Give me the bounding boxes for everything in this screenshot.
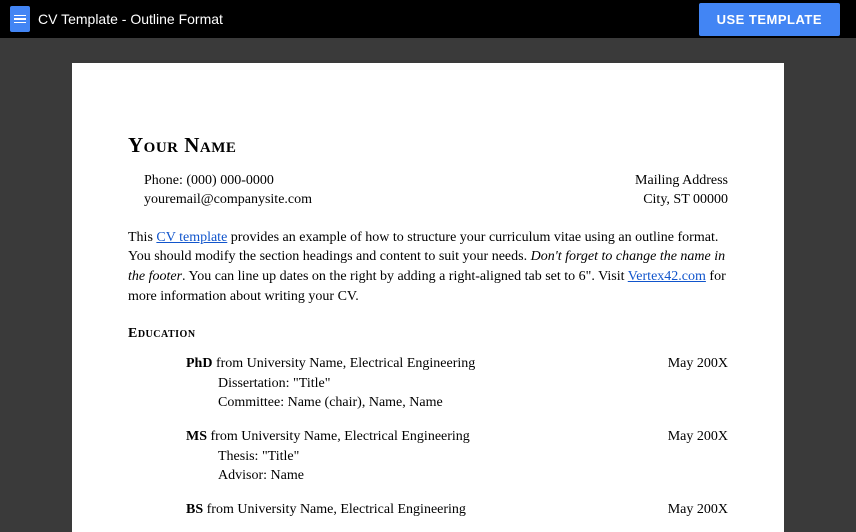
edu-top-row: MS from University Name, Electrical Engi… xyxy=(186,427,728,447)
vertex42-link[interactable]: Vertex42.com xyxy=(628,269,706,284)
email-line: youremail@companysite.com xyxy=(144,191,312,210)
phone-line: Phone: (000) 000-0000 xyxy=(144,172,312,191)
edu-top-row: BS from University Name, Electrical Engi… xyxy=(186,500,728,520)
edu-degree-line: BS from University Name, Electrical Engi… xyxy=(186,500,466,520)
city-line: City, ST 00000 xyxy=(635,191,728,210)
contact-left: Phone: (000) 000-0000 youremail@companys… xyxy=(144,172,312,210)
edu-committee: Committee: Name (chair), Name, Name xyxy=(186,393,728,413)
edu-degree-line: MS from University Name, Electrical Engi… xyxy=(186,427,470,447)
education-entry: MS from University Name, Electrical Engi… xyxy=(128,427,728,486)
education-heading: Education xyxy=(128,326,728,342)
document-viewport[interactable]: Your Name Phone: (000) 000-0000 youremai… xyxy=(0,38,856,532)
edu-degree-line: PhD from University Name, Electrical Eng… xyxy=(186,354,475,374)
docs-icon xyxy=(10,6,30,32)
use-template-button[interactable]: USE TEMPLATE xyxy=(699,3,840,36)
edu-advisor: Advisor: Name xyxy=(186,466,728,486)
edu-top-row: PhD from University Name, Electrical Eng… xyxy=(186,354,728,374)
edu-thesis: Thesis: "Title" xyxy=(186,447,728,467)
cv-name: Your Name xyxy=(128,133,728,158)
document-title: CV Template - Outline Format xyxy=(38,11,223,27)
mailing-label: Mailing Address xyxy=(635,172,728,191)
contact-row: Phone: (000) 000-0000 youremail@companys… xyxy=(128,172,728,210)
education-entry: BS from University Name, Electrical Engi… xyxy=(128,500,728,520)
contact-right: Mailing Address City, ST 00000 xyxy=(635,172,728,210)
app-header: CV Template - Outline Format USE TEMPLAT… xyxy=(0,0,856,38)
edu-date: May 200X xyxy=(668,427,728,447)
title-area: CV Template - Outline Format xyxy=(10,6,223,32)
edu-date: May 200X xyxy=(668,500,728,520)
edu-dissertation: Dissertation: "Title" xyxy=(186,374,728,394)
edu-date: May 200X xyxy=(668,354,728,374)
intro-paragraph: This CV template provides an example of … xyxy=(128,228,728,306)
cv-template-link[interactable]: CV template xyxy=(156,230,227,245)
document-page: Your Name Phone: (000) 000-0000 youremai… xyxy=(72,63,784,532)
education-entry: PhD from University Name, Electrical Eng… xyxy=(128,354,728,413)
